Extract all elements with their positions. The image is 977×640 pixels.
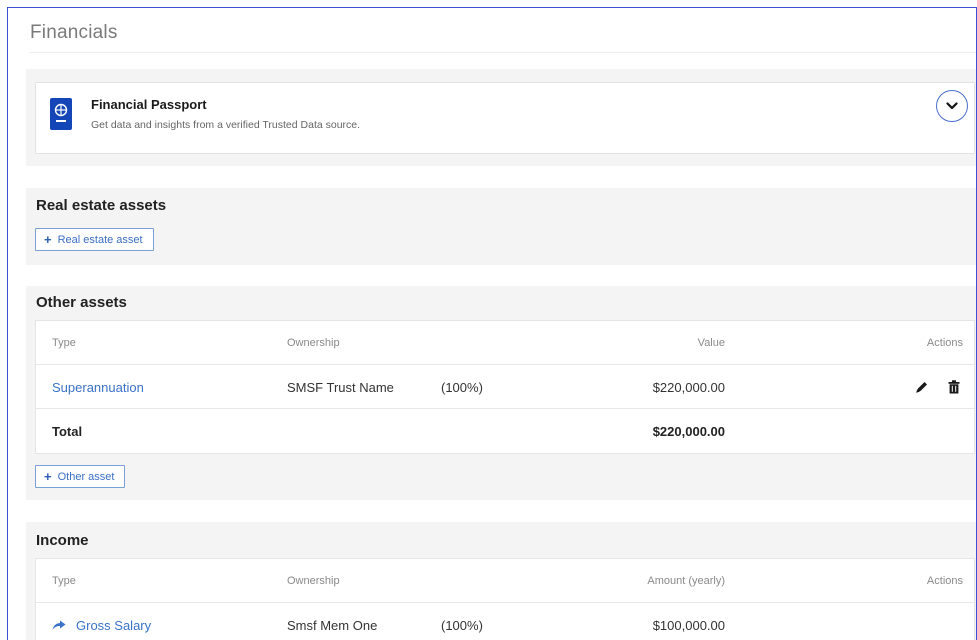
add-real-estate-label: Real estate asset: [57, 233, 143, 246]
trash-icon[interactable]: [945, 378, 963, 396]
asset-owner: SMSF Trust Name: [287, 379, 394, 395]
chevron-down-icon: [946, 102, 958, 110]
income-type-link[interactable]: Gross Salary: [52, 603, 151, 640]
other-assets-title: Other assets: [36, 294, 127, 311]
asset-value: $220,000.00: [652, 379, 725, 395]
header-actions: Actions: [926, 575, 963, 587]
header-type: Type: [52, 337, 76, 349]
income-type-label: Gross Salary: [76, 617, 152, 633]
plus-icon: +: [44, 469, 52, 484]
header-ownership: Ownership: [287, 337, 340, 349]
table-header-row: Type Ownership Value Actions: [36, 321, 974, 365]
passport-subtitle: Get data and insights from a verified Tr…: [91, 119, 361, 131]
total-label: Total: [52, 423, 83, 439]
table-header-row: Type Ownership Amount (yearly) Actions: [36, 559, 974, 603]
income-owner: Smsf Mem One: [287, 617, 378, 633]
header-actions: Actions: [926, 337, 963, 349]
title-divider: [30, 52, 976, 53]
passport-title: Financial Passport: [91, 97, 207, 112]
real-estate-section: [26, 188, 976, 265]
passport-card: Financial Passport Get data and insights…: [35, 82, 975, 154]
header-ownership: Ownership: [287, 575, 340, 587]
header-type: Type: [52, 575, 76, 587]
expand-passport-button[interactable]: [936, 90, 968, 122]
income-share: (100%): [441, 617, 483, 633]
other-assets-table: Type Ownership Value Actions Superannuat…: [35, 320, 975, 454]
table-row: Gross Salary Smsf Mem One (100%) $100,00…: [36, 603, 974, 640]
table-row: Superannuation SMSF Trust Name (100%) $2…: [36, 365, 974, 409]
add-other-asset-button[interactable]: + Other asset: [35, 465, 126, 488]
passport-icon: [50, 98, 72, 130]
plus-icon: +: [44, 232, 52, 247]
share-arrow-icon: [52, 620, 66, 631]
income-title: Income: [36, 532, 89, 549]
pencil-icon[interactable]: [913, 378, 931, 396]
header-amount: Amount (yearly): [647, 575, 725, 587]
asset-actions: [836, 365, 963, 409]
add-real-estate-button[interactable]: + Real estate asset: [35, 228, 154, 251]
header-value: Value: [697, 337, 725, 349]
asset-type-link[interactable]: Superannuation: [52, 365, 144, 409]
page-title: Financials: [30, 22, 118, 43]
income-table: Type Ownership Amount (yearly) Actions G…: [35, 558, 975, 640]
add-other-asset-label: Other asset: [57, 470, 115, 483]
total-value: $220,000.00: [652, 423, 725, 439]
asset-share: (100%): [441, 379, 483, 395]
table-total-row: Total $220,000.00: [36, 409, 974, 453]
real-estate-title: Real estate assets: [36, 197, 167, 214]
income-amount: $100,000.00: [652, 617, 725, 633]
